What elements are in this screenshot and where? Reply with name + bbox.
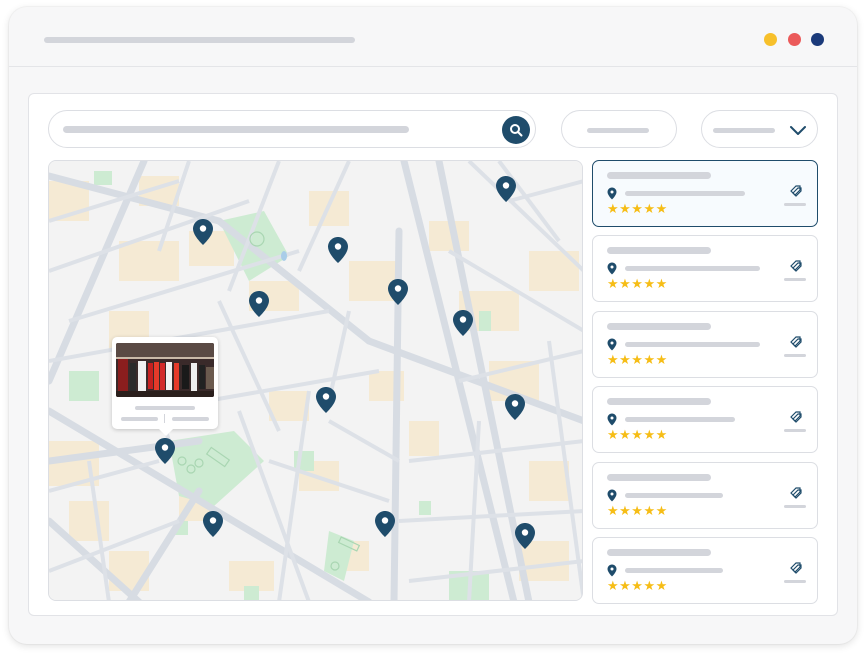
store-address xyxy=(625,266,760,271)
tag-label xyxy=(784,505,806,508)
map-view[interactable] xyxy=(48,160,583,601)
dropdown-label xyxy=(713,128,775,133)
store-title xyxy=(607,172,711,179)
title-bar xyxy=(9,7,857,67)
result-card[interactable]: ★★★★★ xyxy=(592,537,818,604)
star-rating: ★★★★★ xyxy=(607,353,668,368)
store-address xyxy=(625,191,745,196)
tag-label xyxy=(784,278,806,281)
store-interior-photo xyxy=(116,343,214,397)
map-pin-icon[interactable] xyxy=(202,510,224,538)
tag-icon[interactable] xyxy=(789,561,803,575)
location-pin-icon xyxy=(607,338,617,351)
store-address xyxy=(625,342,760,347)
store-title xyxy=(607,549,711,556)
store-locator-panel: ★★★★★ ★★★★★ ★★★★★ ★★★★★ ★★★★★ ★★★★★ xyxy=(28,93,838,616)
result-card[interactable]: ★★★★★ xyxy=(592,462,818,529)
map-pin-icon[interactable] xyxy=(248,290,270,318)
store-title xyxy=(607,474,711,481)
map-pin-icon[interactable] xyxy=(315,386,337,414)
store-address xyxy=(625,417,735,422)
popup-store-name xyxy=(135,406,195,410)
map-pin-icon[interactable] xyxy=(192,218,214,246)
store-address xyxy=(625,568,723,573)
store-title xyxy=(607,398,711,405)
tag-icon[interactable] xyxy=(789,259,803,273)
search-input[interactable] xyxy=(48,110,536,148)
result-card[interactable]: ★★★★★ xyxy=(592,386,818,453)
location-pin-icon xyxy=(607,187,617,200)
app-window: ★★★★★ ★★★★★ ★★★★★ ★★★★★ ★★★★★ ★★★★★ xyxy=(9,7,857,644)
map-pin-icon[interactable] xyxy=(514,522,536,550)
store-address xyxy=(625,493,723,498)
map-pin-icon[interactable] xyxy=(495,175,517,203)
tag-icon[interactable] xyxy=(789,335,803,349)
tag-label xyxy=(784,203,806,206)
location-pin-icon xyxy=(607,489,617,502)
filter-label xyxy=(587,128,649,133)
result-card[interactable]: ★★★★★ xyxy=(592,311,818,378)
popup-detail-left xyxy=(121,417,158,421)
chevron-down-icon xyxy=(790,126,806,135)
tag-icon[interactable] xyxy=(789,486,803,500)
store-title xyxy=(607,323,711,330)
search-placeholder xyxy=(63,126,409,133)
store-popup[interactable] xyxy=(112,337,218,436)
map-pin-icon[interactable] xyxy=(452,309,474,337)
close-button[interactable] xyxy=(788,33,801,46)
location-pin-icon xyxy=(607,564,617,577)
map-pin-icon[interactable] xyxy=(504,393,526,421)
location-pin-icon xyxy=(607,262,617,275)
minimize-button[interactable] xyxy=(764,33,777,46)
tag-label xyxy=(784,429,806,432)
search-icon xyxy=(510,124,523,137)
map-pin-icon[interactable] xyxy=(387,278,409,306)
star-rating: ★★★★★ xyxy=(607,579,668,594)
map-pin-icon[interactable] xyxy=(327,236,349,264)
star-rating: ★★★★★ xyxy=(607,277,668,292)
star-rating: ★★★★★ xyxy=(607,428,668,443)
store-title xyxy=(607,247,711,254)
map-pin-icon[interactable] xyxy=(154,437,176,465)
filter-button[interactable] xyxy=(561,110,677,148)
star-rating: ★★★★★ xyxy=(607,202,668,217)
result-card[interactable]: ★★★★★ xyxy=(592,235,818,302)
tag-label xyxy=(784,580,806,583)
result-card[interactable]: ★★★★★ xyxy=(592,160,818,227)
sort-dropdown[interactable] xyxy=(701,110,818,148)
tag-label xyxy=(784,354,806,357)
map-pin-icon[interactable] xyxy=(374,510,396,538)
tag-icon[interactable] xyxy=(789,184,803,198)
star-rating: ★★★★★ xyxy=(607,504,668,519)
window-title-placeholder xyxy=(44,37,355,43)
popup-detail-right xyxy=(172,417,209,421)
popup-divider xyxy=(164,414,165,423)
location-pin-icon xyxy=(607,413,617,426)
maximize-button[interactable] xyxy=(811,33,824,46)
tag-icon[interactable] xyxy=(789,410,803,424)
search-button[interactable] xyxy=(502,116,530,144)
